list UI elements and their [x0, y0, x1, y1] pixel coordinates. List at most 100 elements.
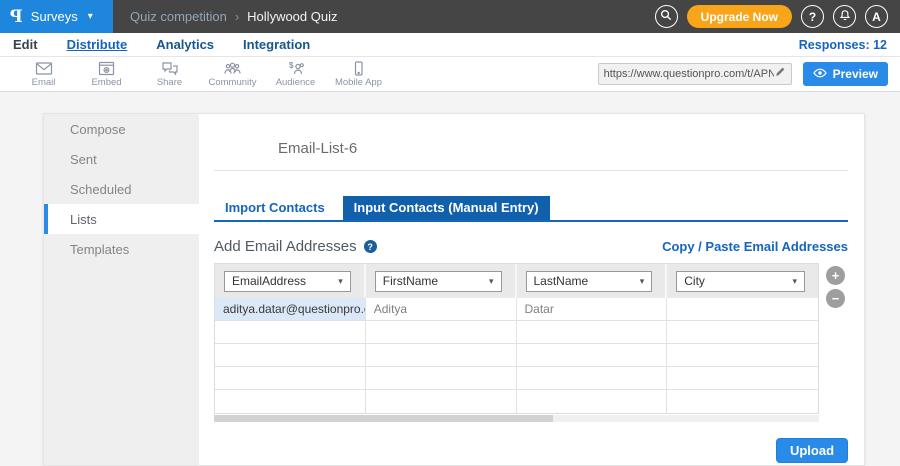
survey-url-box [598, 63, 792, 85]
community-icon [223, 61, 242, 76]
copy-paste-email-addresses-link[interactable]: Copy / Paste Email Addresses [662, 239, 848, 254]
upload-button[interactable]: Upload [776, 438, 848, 463]
contacts-table-zone: EmailAddress ▾ FirstName ▾ [214, 263, 848, 422]
nav-edit[interactable]: Edit [13, 37, 38, 52]
sidebar-item-scheduled[interactable]: Scheduled [44, 174, 199, 204]
notifications-button[interactable] [833, 5, 856, 28]
toolbar-item-share[interactable]: Share [138, 61, 201, 88]
email-distribution-card: Compose Sent Scheduled Lists Templates E… [43, 113, 865, 466]
lastname-column-select[interactable]: LastName ▾ [526, 271, 653, 292]
firstname-cell[interactable] [366, 344, 517, 367]
breadcrumb-current: Hollywood Quiz [247, 9, 337, 24]
nav-integration[interactable]: Integration [243, 37, 310, 52]
contact-row [215, 321, 818, 344]
header-cell-lastname: LastName ▾ [517, 264, 668, 298]
tab-input-contacts-manual-entry[interactable]: Input Contacts (Manual Entry) [343, 196, 550, 220]
sidebar-item-sent[interactable]: Sent [44, 144, 199, 174]
edit-url-pencil-icon[interactable] [774, 65, 786, 83]
contact-row [215, 367, 818, 390]
city-cell[interactable] [667, 390, 818, 413]
firstname-column-select[interactable]: FirstName ▾ [375, 271, 502, 292]
contact-row [215, 344, 818, 367]
email-icon [35, 61, 53, 76]
add-row-button[interactable]: + [826, 266, 845, 285]
survey-nav: Edit Distribute Analytics Integration Re… [0, 33, 900, 57]
contacts-table-header: EmailAddress ▾ FirstName ▾ [215, 264, 818, 298]
preview-label: Preview [833, 67, 878, 81]
distribute-toolbar: Email Embed Share [0, 57, 900, 92]
questionpro-logo-icon: P [10, 7, 23, 27]
toolbar-item-email[interactable]: Email [12, 61, 75, 88]
toolbar-item-embed[interactable]: Embed [75, 61, 138, 88]
sidebar-item-compose[interactable]: Compose [44, 114, 199, 144]
remove-row-button[interactable]: − [826, 289, 845, 308]
firstname-cell[interactable] [366, 367, 517, 390]
breadcrumb: Quiz competition › Hollywood Quiz [130, 9, 338, 24]
contacts-table: EmailAddress ▾ FirstName ▾ [214, 263, 819, 414]
email-cell[interactable] [215, 367, 366, 390]
toolbar-item-audience[interactable]: $ Audience [264, 61, 327, 88]
lastname-cell[interactable]: Datar [517, 298, 668, 321]
add-email-addresses-title: Add Email Addresses [214, 238, 357, 255]
audience-icon: $ [286, 61, 305, 76]
topbar-actions: Upgrade Now ? A [655, 5, 900, 28]
svg-text:$: $ [289, 61, 294, 70]
city-cell[interactable] [667, 344, 818, 367]
top-bar: P Surveys ▾ Quiz competition › Hollywood… [0, 0, 900, 33]
firstname-cell[interactable] [366, 390, 517, 413]
contact-row [215, 390, 818, 413]
tab-import-contacts[interactable]: Import Contacts [214, 196, 336, 220]
lastname-cell[interactable] [517, 390, 668, 413]
firstname-cell[interactable] [366, 321, 517, 344]
title-divider [214, 170, 848, 171]
preview-button[interactable]: Preview [803, 62, 888, 86]
nav-analytics[interactable]: Analytics [156, 37, 214, 52]
sidebar-item-lists[interactable]: Lists [44, 204, 199, 234]
sidebar-item-templates[interactable]: Templates [44, 234, 199, 264]
city-column-select[interactable]: City ▾ [676, 271, 805, 292]
avatar[interactable]: A [865, 5, 888, 28]
lastname-cell[interactable] [517, 321, 668, 344]
header-cell-city: City ▾ [667, 264, 818, 298]
city-cell[interactable] [667, 367, 818, 390]
email-cell[interactable] [215, 321, 366, 344]
firstname-cell[interactable]: Aditya [366, 298, 517, 321]
survey-url-input[interactable] [604, 68, 774, 80]
chevron-down-icon: ▾ [640, 276, 645, 287]
contact-row: aditya.datar@questionpro.com Aditya Data… [215, 298, 818, 321]
email-cell[interactable]: aditya.datar@questionpro.com [215, 298, 366, 321]
city-cell[interactable] [667, 298, 818, 321]
email-cell[interactable] [215, 344, 366, 367]
help-button[interactable]: ? [801, 5, 824, 28]
scrollbar-thumb[interactable] [214, 415, 553, 422]
horizontal-scrollbar[interactable] [214, 415, 819, 422]
help-icon[interactable]: ? [364, 240, 377, 253]
chevron-down-icon: ▾ [489, 276, 494, 287]
chevron-down-icon: ▾ [88, 11, 93, 22]
nav-distribute[interactable]: Distribute [67, 37, 128, 52]
email-list-title: Email-List-6 [278, 140, 848, 157]
contacts-table-block: EmailAddress ▾ FirstName ▾ [214, 263, 819, 422]
embed-icon [98, 61, 115, 76]
upgrade-now-button[interactable]: Upgrade Now [687, 5, 792, 28]
footer-actions: Upload [214, 438, 848, 463]
email-cell[interactable] [215, 390, 366, 413]
toolbar-item-mobile-app[interactable]: Mobile App [327, 61, 390, 88]
breadcrumb-parent[interactable]: Quiz competition [130, 9, 227, 24]
product-switcher[interactable]: P Surveys ▾ [0, 0, 113, 33]
search-button[interactable] [655, 5, 678, 28]
lastname-cell[interactable] [517, 344, 668, 367]
search-icon [660, 9, 672, 24]
mobile-app-icon [350, 61, 367, 76]
eye-icon [813, 67, 827, 81]
bell-icon [839, 9, 851, 25]
avatar-initial: A [872, 10, 881, 24]
responses-count[interactable]: Responses: 12 [799, 38, 887, 52]
lists-content: Email-List-6 Import Contacts Input Conta… [199, 114, 865, 465]
upload-wrap: Upload [776, 438, 848, 463]
city-cell[interactable] [667, 321, 818, 344]
toolbar-item-community[interactable]: Community [201, 61, 264, 88]
chevron-down-icon: ▾ [338, 276, 343, 287]
lastname-cell[interactable] [517, 367, 668, 390]
emailaddress-column-select[interactable]: EmailAddress ▾ [224, 271, 351, 292]
